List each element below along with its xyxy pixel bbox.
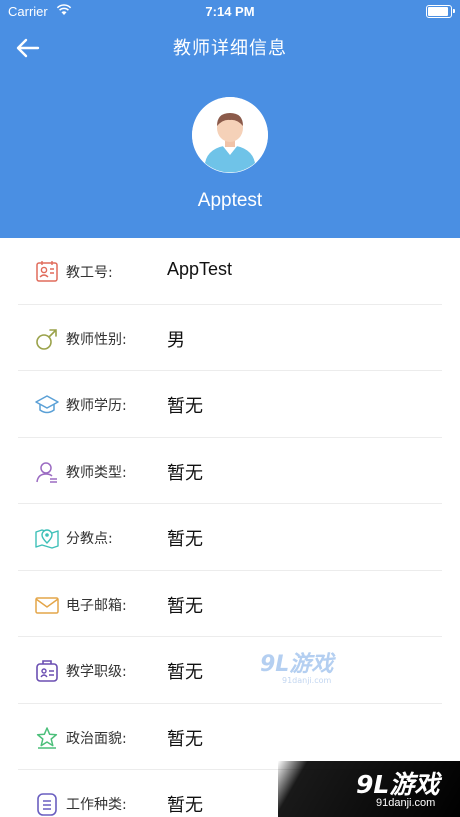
page-title: 教师详细信息 [173, 38, 287, 59]
row-label: 电子邮箱: [66, 597, 127, 614]
row-value: 暂无 [167, 595, 203, 617]
watermark-brand-large: 9L游戏 [356, 770, 440, 799]
status-bar: Carrier 7:14 PM [0, 0, 460, 24]
row-label: 教师学历: [66, 398, 127, 414]
status-time: 7:14 PM [205, 4, 255, 19]
battery-icon [426, 5, 455, 18]
row-value: 暂无 [167, 795, 203, 816]
row-value: AppTest [167, 259, 233, 279]
watermark-site: 91danji.com [282, 676, 332, 685]
id-card-icon [36, 261, 58, 282]
row-label: 分教点: [66, 531, 113, 547]
row-value: 暂无 [167, 529, 203, 550]
watermark-corner: 9L游戏 91danji.com [278, 761, 460, 817]
row-branch: 分教点: 暂无 [18, 504, 442, 571]
row-teacher-type: 教师类型: 暂无 [18, 438, 442, 504]
row-email: 电子邮箱: 暂无 [18, 571, 442, 637]
row-value: 暂无 [167, 462, 203, 484]
row-label: 教工号: [66, 265, 113, 281]
watermark-brand: 9L游戏 [260, 652, 334, 677]
teacher-info-list: 教工号: AppTest 教师性别: 男 教师学历: 暂无 教师类型: 暂无 分… [18, 238, 442, 817]
profile-name: Apptest [197, 190, 263, 211]
profile-header: Carrier 7:14 PM 教师详细信息 Apptest [0, 0, 460, 238]
row-value: 暂无 [167, 662, 203, 683]
watermark-logo: 9L游戏 91danji.com [260, 646, 333, 685]
badge-icon [36, 660, 58, 682]
user-type-icon [36, 461, 57, 483]
row-education: 教师学历: 暂无 [18, 371, 442, 438]
graduation-cap-icon [35, 395, 59, 414]
row-value: 男 [167, 329, 185, 351]
row-staff-id: 教工号: AppTest [18, 238, 442, 305]
mail-icon [35, 596, 59, 614]
map-pin-icon [35, 529, 59, 549]
star-icon [36, 726, 58, 749]
row-label: 政治面貌: [66, 730, 127, 747]
row-gender: 教师性别: 男 [18, 305, 442, 371]
row-value: 暂无 [167, 728, 203, 750]
watermark-site-large: 91danji.com [376, 797, 436, 809]
list-icon [37, 793, 57, 816]
row-value: 暂无 [167, 396, 203, 417]
row-label: 教学职级: [66, 664, 127, 680]
row-label: 工作种类: [66, 797, 127, 813]
row-rank: 教学职级: 暂无 [18, 637, 442, 704]
user-avatar-icon [192, 97, 268, 173]
row-label: 教师类型: [66, 464, 127, 481]
row-label: 教师性别: [66, 331, 127, 348]
male-icon [36, 328, 57, 350]
